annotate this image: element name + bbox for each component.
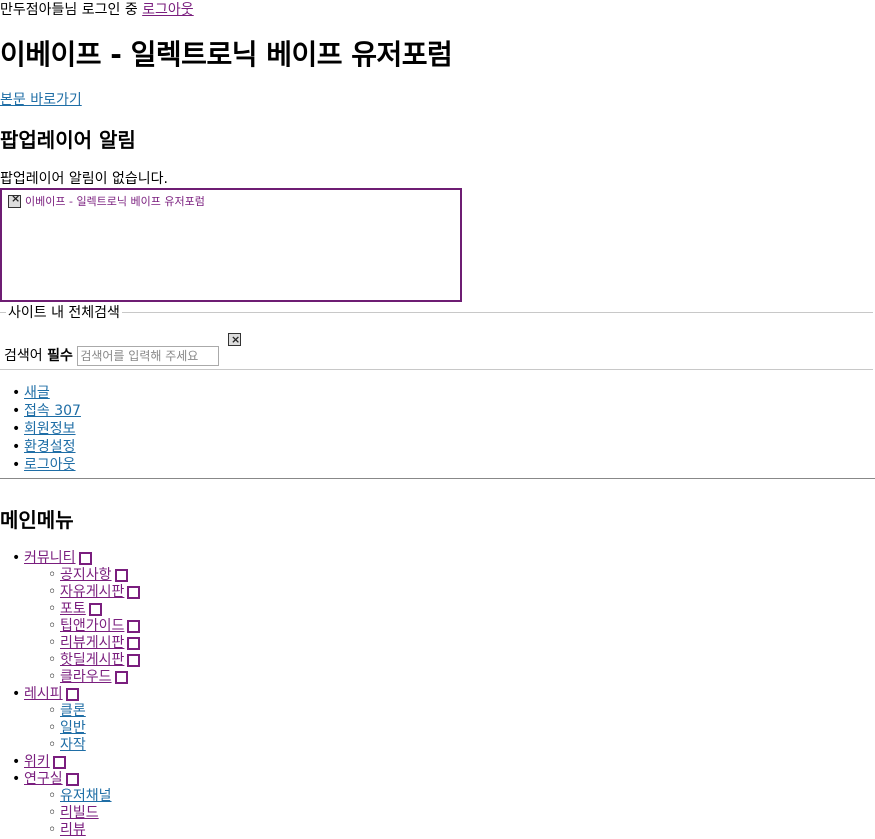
submenu-toggle-icon[interactable] <box>114 568 128 582</box>
submenu-toggle-icon[interactable] <box>127 585 141 599</box>
submenu-link-diy[interactable]: 자작 <box>60 737 86 753</box>
main-menu-heading: 메인메뉴 <box>0 508 74 532</box>
submenu-link-review-board[interactable]: 리뷰게시판 <box>60 635 124 651</box>
search-input[interactable] <box>77 346 220 366</box>
popup-frame: 이베이프 - 일렉트로닉 베이프 유저포럼 <box>0 188 462 302</box>
util-item-logout: 로그아웃 <box>12 457 81 475</box>
popup-heading: 팝업레이어 알림 <box>0 128 136 152</box>
skip-to-content-link[interactable]: 본문 바로가기 <box>0 92 82 108</box>
site-title: 이베이프 - 일렉트로닉 베이프 유저포럼 <box>0 38 453 71</box>
login-status-text: 만두점아들님 로그인 중 <box>0 2 143 18</box>
util-item-member: 회원정보 <box>12 421 81 439</box>
visitors-link[interactable]: 접속 307 <box>24 403 81 419</box>
util-logout-link[interactable]: 로그아웃 <box>24 457 76 473</box>
util-item-new: 새글 <box>12 385 81 403</box>
divider <box>0 478 875 479</box>
submenu-toggle-icon[interactable] <box>88 602 102 616</box>
submenu-toggle-icon[interactable] <box>52 755 66 769</box>
submenu-link-general[interactable]: 일반 <box>60 720 86 736</box>
logout-link[interactable]: 로그아웃 <box>142 2 194 18</box>
submenu-toggle-icon[interactable] <box>114 670 128 684</box>
search-close-icon[interactable] <box>228 331 241 348</box>
search-label: 검색어 <box>4 348 48 364</box>
popup-frame-title: 이베이프 - 일렉트로닉 베이프 유저포럼 <box>25 194 205 208</box>
login-status: 만두점아들님 로그인 중 로그아웃 <box>0 2 194 19</box>
menu-item-recipe: 레시피 클론 일반 자작 <box>12 686 140 754</box>
menu-link-recipe[interactable]: 레시피 <box>24 686 63 702</box>
submenu-link-review[interactable]: 리뷰 <box>60 822 86 838</box>
util-links: 새글 접속 307 회원정보 환경설정 로그아웃 <box>12 385 81 475</box>
menu-link-community[interactable]: 커뮤니티 <box>24 550 76 566</box>
submenu-link-tips[interactable]: 팁앤가이드 <box>60 618 124 634</box>
submenu-link-hotdeal[interactable]: 핫딜게시판 <box>60 652 124 668</box>
submenu-community: 공지사항 자유게시판 포토 팁앤가이드 리뷰게시판 핫딜게시판 클라우드 <box>48 567 141 686</box>
submenu-link-cloud[interactable]: 클라우드 <box>60 669 112 685</box>
submenu-link-clone[interactable]: 클론 <box>60 703 86 719</box>
member-info-link[interactable]: 회원정보 <box>24 421 76 437</box>
submenu-link-user-channel[interactable]: 유저채널 <box>60 788 112 804</box>
site-search: 사이트 내 전체검색 검색어 필수 <box>0 305 873 370</box>
submenu-toggle-icon[interactable] <box>127 636 141 650</box>
submenu-link-free-board[interactable]: 자유게시판 <box>60 584 124 600</box>
submenu-toggle-icon[interactable] <box>127 653 141 667</box>
submenu-lab: 유저채널 리빌드 리뷰 <box>48 788 140 839</box>
submenu-recipe: 클론 일반 자작 <box>48 703 140 754</box>
search-legend: 사이트 내 전체검색 <box>6 305 122 322</box>
submenu-toggle-icon[interactable] <box>78 551 92 565</box>
util-item-settings: 환경설정 <box>12 439 81 457</box>
menu-item-wiki: 위키 <box>12 754 140 771</box>
menu-link-wiki[interactable]: 위키 <box>24 754 50 770</box>
settings-link[interactable]: 환경설정 <box>24 439 76 455</box>
main-menu: 커뮤니티 공지사항 자유게시판 포토 팁앤가이드 리뷰게시판 핫딜게시판 클라우… <box>12 550 141 839</box>
submenu-link-photo[interactable]: 포토 <box>60 601 86 617</box>
submenu-toggle-icon[interactable] <box>127 619 141 633</box>
util-item-visitors: 접속 307 <box>12 403 81 421</box>
broken-image-icon <box>8 193 21 208</box>
submenu-link-notice[interactable]: 공지사항 <box>60 567 112 583</box>
menu-item-community: 커뮤니티 공지사항 자유게시판 포토 팁앤가이드 리뷰게시판 핫딜게시판 클라우… <box>12 550 141 686</box>
menu-item-lab: 연구실 유저채널 리빌드 리뷰 <box>12 771 140 839</box>
search-required: 필수 <box>47 348 73 364</box>
popup-empty-text: 팝업레이어 알림이 없습니다. <box>0 171 168 187</box>
new-posts-link[interactable]: 새글 <box>24 385 50 401</box>
submenu-toggle-icon[interactable] <box>65 687 79 701</box>
menu-link-lab[interactable]: 연구실 <box>24 771 63 787</box>
submenu-toggle-icon[interactable] <box>65 772 79 786</box>
submenu-link-rebuild[interactable]: 리빌드 <box>60 805 99 821</box>
